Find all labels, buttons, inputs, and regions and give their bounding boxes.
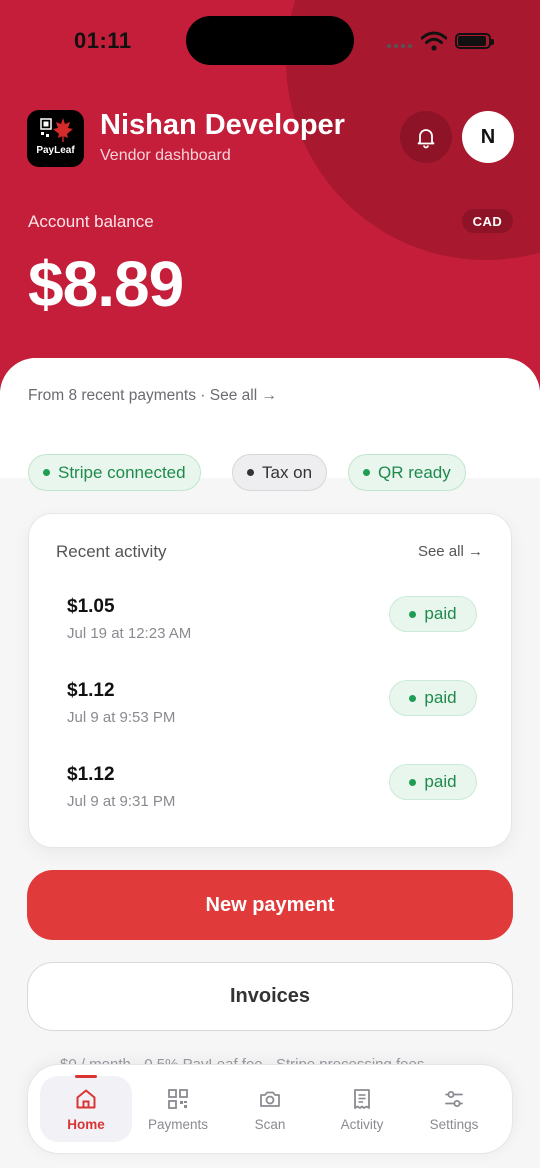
status-label: paid [424, 604, 457, 623]
payment-amount: $1.12 [67, 764, 115, 785]
stripe-status-chip: Stripe connected [28, 454, 201, 491]
chip-label: Tax on [262, 462, 313, 482]
sliders-icon [445, 1091, 463, 1107]
recent-payments-note[interactable]: From 8 recent payments · See all → [28, 387, 277, 405]
app-logo: PayLeaf [27, 110, 84, 167]
qr-code-icon [168, 1089, 188, 1109]
maple-leaf-icon [40, 118, 73, 142]
user-role: Vendor dashboard [100, 147, 231, 164]
tab-payments[interactable]: Payments [132, 1076, 224, 1142]
status-badge: paid [389, 680, 477, 716]
new-payment-button[interactable]: New payment [27, 870, 513, 940]
payment-amount: $1.05 [67, 596, 115, 617]
dynamic-island [186, 16, 354, 65]
status-dot [409, 694, 417, 702]
invoices-button[interactable]: Invoices [27, 962, 513, 1031]
signal-icon [387, 44, 412, 48]
chip-label: QR ready [378, 462, 451, 482]
tab-label: Scan [254, 1117, 286, 1132]
balance-value: $8.89 [28, 248, 184, 320]
status-label: paid [424, 772, 457, 791]
chip-label: Stripe connected [58, 462, 186, 482]
status-dot [247, 469, 254, 476]
tab-label: Settings [429, 1117, 479, 1132]
payment-date: Jul 9 at 9:31 PM [67, 793, 176, 810]
status-badge: paid [389, 764, 477, 800]
status-label: paid [424, 688, 457, 707]
notifications-button[interactable] [400, 111, 452, 163]
balance-label: Account balance [28, 212, 154, 231]
status-dot [409, 778, 417, 786]
wifi-icon [421, 31, 447, 51]
user-name: Nishan Developer [100, 109, 345, 141]
tab-home[interactable]: Home [40, 1075, 132, 1142]
receipt-icon [354, 1089, 370, 1109]
logo-text: PayLeaf [36, 145, 75, 156]
tab-label: Activity [340, 1117, 384, 1132]
recent-activity-card: Recent activity See all → $1.05 Jul 19 a… [28, 513, 512, 848]
home-icon [76, 1089, 96, 1109]
qr-status-chip: QR ready [348, 454, 466, 491]
payment-amount: $1.12 [67, 680, 115, 701]
active-indicator [75, 1075, 97, 1078]
activity-row[interactable]: $1.12 Jul 9 at 9:53 PM paid [67, 680, 477, 736]
see-all-link[interactable]: See all → [418, 543, 483, 560]
tab-label: Payments [147, 1117, 209, 1132]
card-title: Recent activity [56, 542, 167, 561]
bell-icon [417, 129, 435, 149]
tab-label: Home [67, 1117, 105, 1132]
bottom-tab-bar: Home Payments Scan Activity Settings [27, 1064, 513, 1154]
tab-scan[interactable]: Scan [224, 1076, 316, 1142]
payment-date: Jul 19 at 12:23 AM [67, 625, 192, 642]
tax-status-chip: Tax on [232, 454, 328, 491]
activity-row[interactable]: $1.12 Jul 9 at 9:31 PM paid [67, 764, 477, 820]
currency-badge: CAD [462, 209, 513, 233]
status-dot [409, 610, 417, 618]
avatar[interactable]: N [462, 111, 514, 163]
status-badge: paid [389, 596, 477, 632]
activity-row[interactable]: $1.05 Jul 19 at 12:23 AM paid [67, 596, 477, 652]
tab-settings[interactable]: Settings [408, 1076, 500, 1142]
status-dot [43, 469, 50, 476]
payment-date: Jul 9 at 9:53 PM [67, 709, 176, 726]
status-time: 01:11 [74, 28, 132, 53]
tab-activity[interactable]: Activity [316, 1076, 408, 1142]
status-dot [363, 469, 370, 476]
battery-icon [455, 33, 494, 49]
camera-icon [260, 1091, 280, 1107]
